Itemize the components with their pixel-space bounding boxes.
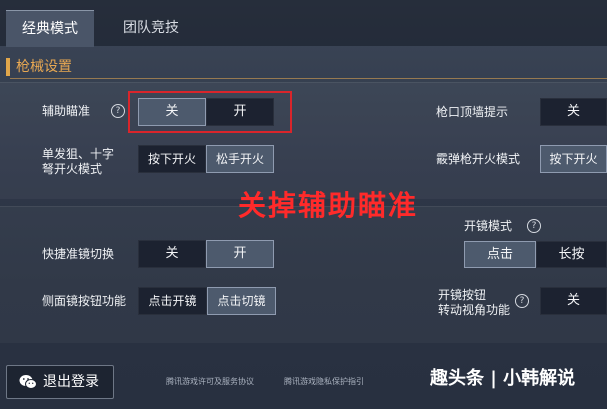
single-fire-label-line2: 弩开火模式 (42, 162, 103, 176)
scope-mode-hold-button[interactable]: 长按 (536, 241, 607, 268)
overlay-caption: 关掉辅助瞄准 (238, 189, 419, 222)
section-title: 枪械设置 (16, 59, 72, 75)
logout-button[interactable]: 退出登录 (6, 365, 114, 399)
side-scope-open-button[interactable]: 点击开镜 (138, 287, 207, 315)
logout-label: 退出登录 (43, 374, 99, 390)
muzzle-hint-label: 枪口顶墙提示 (436, 105, 509, 119)
wechat-icon (19, 375, 37, 389)
single-fire-press-button[interactable]: 按下开火 (138, 145, 206, 173)
scope-rotate-label-line2: 转动视角功能 (438, 303, 511, 317)
privacy-policy-link[interactable]: 腾讯游戏隐私保护指引 (284, 377, 364, 387)
scope-rotate-off-button[interactable]: 关 (540, 287, 607, 315)
tab-team-deathmatch[interactable]: 团队竞技 (108, 10, 194, 46)
help-icon[interactable]: ? (527, 219, 541, 233)
single-fire-label-line1: 单发狙、十字 (42, 147, 115, 161)
section-divider (10, 78, 607, 79)
help-icon[interactable]: ? (515, 294, 529, 308)
settings-screen: 经典模式 团队竞技 枪械设置 辅助瞄准 ? 关 开 枪口顶墙提示 关 单发狙、十… (0, 0, 607, 409)
help-icon[interactable]: ? (111, 104, 125, 118)
watermark: 趣头条 | 小韩解说 (430, 368, 576, 389)
side-scope-switch-button[interactable]: 点击切镜 (207, 287, 276, 315)
single-fire-release-button[interactable]: 松手开火 (206, 145, 274, 173)
service-agreement-link[interactable]: 腾讯游戏许可及服务协议 (166, 377, 254, 387)
scope-mode-label: 开镜模式 (464, 219, 513, 233)
scope-rotate-label-line1: 开镜按钮 (438, 288, 487, 302)
settings-panel-top (0, 82, 607, 199)
tab-classic-mode[interactable]: 经典模式 (6, 10, 94, 47)
shotgun-fire-press-button[interactable]: 按下开火 (540, 145, 607, 173)
quick-scope-on-button[interactable]: 开 (206, 240, 274, 268)
settings-panel-bottom (0, 206, 607, 343)
shotgun-fire-label: 霰弹枪开火模式 (436, 152, 521, 166)
side-scope-label: 侧面镜按钮功能 (42, 294, 127, 308)
aim-assist-label: 辅助瞄准 (42, 104, 91, 118)
section-accent-bar (6, 58, 10, 76)
highlight-box (128, 91, 292, 133)
scope-mode-tap-button[interactable]: 点击 (464, 241, 536, 268)
muzzle-hint-off-button[interactable]: 关 (540, 98, 607, 126)
quick-scope-label: 快捷准镜切换 (42, 247, 115, 261)
quick-scope-off-button[interactable]: 关 (138, 240, 206, 268)
